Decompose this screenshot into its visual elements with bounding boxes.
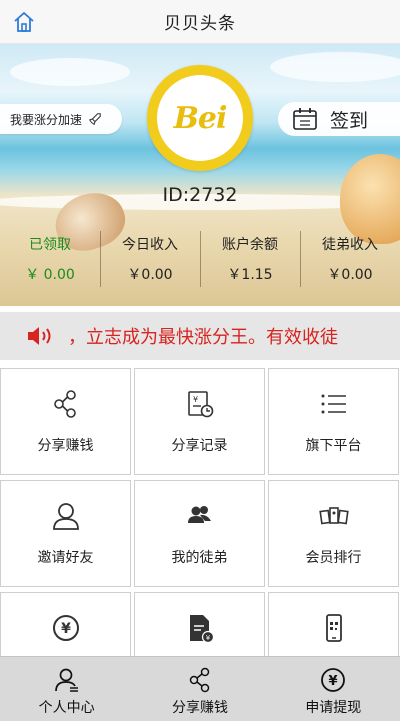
speaker-icon	[28, 327, 51, 345]
home-button[interactable]	[10, 8, 38, 36]
nav-withdraw[interactable]: ¥ 申请提现	[267, 657, 400, 721]
cloud-decoration	[10, 58, 130, 86]
stat-apprentice-income[interactable]: 徒弟收入 ￥0.00	[300, 227, 400, 306]
user-icon	[52, 503, 79, 530]
speed-up-button[interactable]: 我要涨分加速	[0, 104, 122, 134]
svg-text:¥: ¥	[61, 621, 71, 637]
grid-label: 分享赚钱	[37, 438, 94, 454]
grid-my-apprentices[interactable]: 我的徒弟	[134, 480, 265, 587]
stat-today-income[interactable]: 今日收入 ￥0.00	[100, 227, 200, 306]
grid-share-earn[interactable]: 分享赚钱	[0, 368, 131, 475]
ranking-icon	[318, 507, 349, 525]
checkin-button[interactable]: 签到	[278, 102, 400, 136]
calendar-icon	[293, 108, 317, 130]
user-id: ID:2732	[162, 184, 238, 206]
stats-bar: 已领取 ￥ 0.00 今日收入 ￥0.00 账户余额 ￥1.15 徒弟收入 ￥0…	[0, 227, 400, 306]
share-icon	[53, 390, 76, 418]
stat-label: 账户余额	[222, 237, 278, 253]
person-icon	[54, 668, 78, 692]
stat-label: 已领取	[29, 237, 71, 253]
grid-label: 会员排行	[305, 550, 362, 566]
users-icon	[187, 506, 211, 523]
share-icon	[189, 667, 210, 693]
brand-logo: Bei	[147, 65, 253, 171]
stat-value: ￥0.00	[127, 267, 173, 283]
stat-value: ￥1.15	[227, 267, 273, 283]
speed-up-label: 我要涨分加速	[10, 112, 83, 127]
list-icon	[321, 394, 346, 414]
rocket-icon	[88, 113, 101, 126]
checkin-label: 签到	[330, 109, 369, 132]
grid-platforms[interactable]: 旗下平台	[268, 368, 399, 475]
grid-share-record[interactable]: ¥ 分享记录	[134, 368, 265, 475]
nav-personal-center[interactable]: 个人中心	[0, 657, 133, 721]
profile-banner: 我要涨分加速 Bei 签到 ID:2732 已领取 ￥ 0.00 今日收入 ￥0…	[0, 44, 400, 306]
notice-bar: ，立志成为最快涨分王。有效收徒	[0, 312, 400, 360]
logo-text: Bei	[173, 100, 228, 136]
svg-text:¥: ¥	[329, 674, 338, 689]
nav-share-earn[interactable]: 分享赚钱	[133, 657, 266, 721]
cloud-decoration	[270, 52, 400, 82]
svg-text:¥: ¥	[205, 634, 210, 642]
yen-circle-icon: ¥	[321, 668, 346, 692]
phone-qr-icon	[325, 614, 342, 642]
grid-member-ranking[interactable]: 会员排行	[268, 480, 399, 587]
grid-label: 分享记录	[171, 438, 228, 454]
document-yen-icon: ¥	[189, 615, 214, 643]
stat-value: ￥0.00	[327, 267, 373, 283]
svg-text:¥: ¥	[193, 395, 198, 404]
bottom-nav: 个人中心 分享赚钱 ¥ 申请提现	[0, 656, 400, 721]
stat-value: ￥ 0.00	[25, 267, 75, 283]
stat-claimed[interactable]: 已领取 ￥ 0.00	[0, 227, 100, 306]
share-record-icon: ¥	[187, 391, 213, 418]
stat-label: 徒弟收入	[322, 237, 378, 253]
nav-label: 个人中心	[38, 700, 95, 716]
home-icon	[14, 12, 34, 32]
nav-label: 申请提现	[305, 700, 362, 716]
notice-text: ，立志成为最快涨分王。有效收徒	[68, 327, 338, 348]
stat-label: 今日收入	[122, 237, 178, 253]
nav-label: 分享赚钱	[171, 700, 228, 716]
grid-invite-friends[interactable]: 邀请好友	[0, 480, 131, 587]
yen-circle-icon: ¥	[52, 615, 79, 641]
grid-label: 我的徒弟	[171, 550, 228, 566]
grid-label: 邀请好友	[37, 550, 94, 566]
feature-grid: 分享赚钱 ¥ 分享记录 旗下平台 邀请好友 我的徒弟 会员排行 ¥ ¥	[0, 368, 400, 699]
page-title: 贝贝头条	[164, 14, 236, 34]
stat-balance[interactable]: 账户余额 ￥1.15	[200, 227, 300, 306]
top-bar: 贝贝头条	[0, 0, 400, 44]
grid-label: 旗下平台	[305, 438, 362, 454]
